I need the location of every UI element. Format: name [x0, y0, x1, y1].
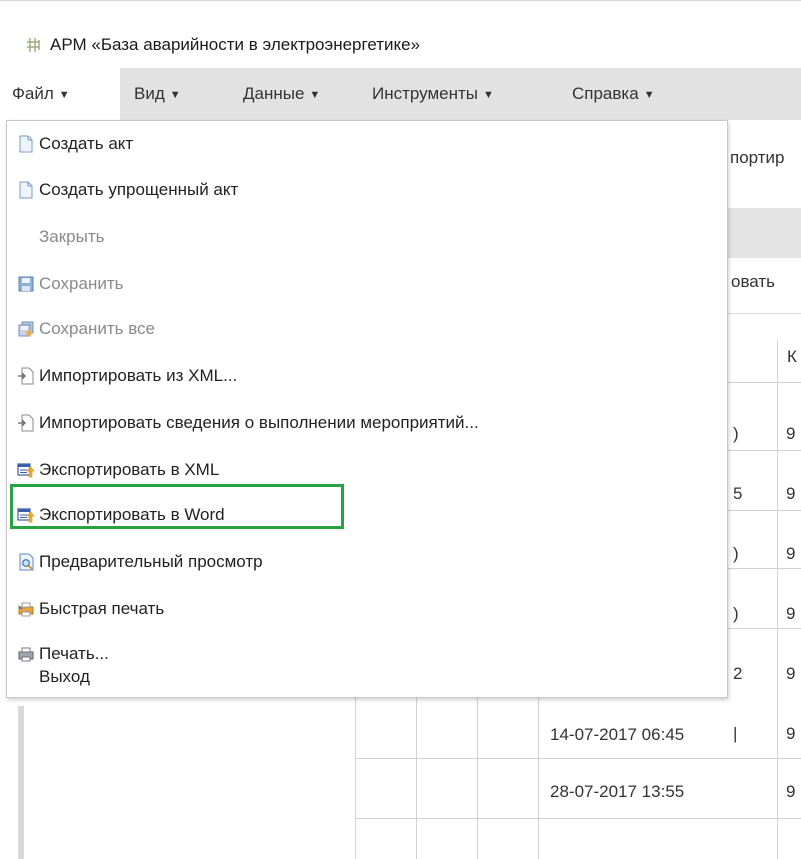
menu-item-print-preview[interactable]: Предварительный просмотр — [7, 539, 727, 585]
menu-item-label: Сохранить — [39, 274, 124, 293]
table-cell-value: 9 — [786, 724, 796, 743]
menu-tools-label: Инструменты — [372, 84, 479, 103]
caret-down-icon: ▼ — [58, 89, 70, 101]
panel-header-band — [728, 208, 801, 258]
caret-down-icon: ▼ — [169, 89, 181, 101]
table-cell-partial: 2 — [733, 664, 743, 683]
table-cell-partial: ) — [733, 604, 739, 623]
menu-item-label: Экспортировать в Word — [39, 505, 225, 524]
export-icon — [17, 508, 35, 523]
menu-item-label: Создать акт — [39, 134, 134, 153]
menu-data[interactable]: Данные ▼ — [231, 68, 332, 120]
row-datetime: 14-07-2017 06:45 — [550, 725, 685, 744]
export-icon — [17, 463, 35, 478]
table-cell-value: 9 — [786, 424, 796, 443]
table-cell-partial: | — [733, 724, 738, 743]
table-cell-partial: ) — [733, 544, 739, 563]
caret-down-icon: ▼ — [483, 89, 494, 101]
menu-view-label: Вид — [134, 84, 165, 103]
menu-view[interactable]: Вид ▼ — [122, 68, 193, 120]
menu-item-label: Выход — [39, 667, 90, 686]
menu-item-label: Создать упрощенный акт — [39, 180, 239, 199]
menu-item-exit[interactable]: Выход — [7, 654, 727, 700]
menu-item-save[interactable]: Сохранить — [7, 261, 727, 307]
menu-item-create-simplified-act[interactable]: Создать упрощенный акт — [7, 167, 727, 213]
menu-item-label: Закрыть — [39, 227, 105, 246]
menu-item-label: Импортировать из XML... — [39, 366, 238, 385]
table-cell-value: 9 — [786, 544, 796, 563]
table-cell-value: 9 — [786, 484, 796, 503]
menu-tools[interactable]: Инструменты ▼ — [360, 68, 506, 120]
caret-down-icon: ▼ — [309, 89, 321, 101]
menu-item-create-act[interactable]: Создать акт — [7, 121, 727, 167]
window-title: АРМ «База аварийности в электроэнергетик… — [50, 35, 421, 54]
menu-item-label: Предварительный просмотр — [39, 552, 263, 571]
table-cell-partial: 5 — [733, 484, 743, 503]
menu-item-quick-print[interactable]: Быстрая печать — [7, 586, 727, 632]
toolbar-button-partial-2[interactable]: овать — [731, 272, 775, 292]
table-cell-value: 9 — [786, 604, 796, 623]
import-icon — [18, 367, 34, 385]
menu-item-label: Быстрая печать — [39, 599, 165, 618]
document-icon — [19, 181, 33, 199]
save-all-icon — [18, 321, 34, 337]
row-value: 9 — [786, 782, 796, 801]
menu-data-label: Данные — [243, 84, 305, 103]
document-icon — [19, 135, 33, 153]
menu-item-export-xml[interactable]: Экспортировать в XML — [7, 447, 727, 493]
toolbar-button-partial[interactable]: портир — [730, 148, 784, 168]
menu-file[interactable]: Файл ▼ — [0, 68, 120, 120]
table-cell-partial: ) — [733, 424, 739, 443]
menu-item-label: Сохранить все — [39, 319, 155, 338]
row-datetime: 28-07-2017 13:55 — [550, 782, 685, 801]
title-bar: АРМ «База аварийности в электроэнергетик… — [0, 0, 801, 68]
caret-down-icon: ▼ — [643, 89, 655, 101]
menu-file-label: Файл — [12, 84, 54, 103]
divider — [728, 313, 801, 314]
print-preview-icon — [19, 553, 34, 571]
menu-item-close[interactable]: Закрыть — [7, 214, 727, 260]
menu-item-label: Экспортировать в XML — [39, 460, 220, 479]
table-cell-value: 9 — [786, 664, 796, 683]
import-icon — [18, 414, 34, 432]
menu-help[interactable]: Справка ▼ — [560, 68, 667, 120]
menu-item-label: Импортировать сведения о выполнении меро… — [39, 413, 479, 432]
menu-bar: Файл ▼ Вид ▼ Данные ▼ Инструменты ▼ Справка ▼ — [0, 68, 801, 120]
file-menu-dropdown: Создать акт Создать упрощенный акт Закры… — [6, 120, 728, 698]
app-icon — [27, 38, 40, 52]
menu-item-export-word[interactable]: Экспортировать в Word — [7, 492, 727, 538]
menu-item-import-xml[interactable]: Импортировать из XML... — [7, 353, 727, 399]
menu-item-save-all[interactable]: Сохранить все — [7, 306, 727, 352]
menu-help-label: Справка — [572, 84, 639, 103]
column-header-partial[interactable]: К — [787, 347, 797, 367]
quick-print-icon — [18, 602, 34, 617]
floppy-disk-icon — [18, 276, 34, 292]
menu-item-import-measures[interactable]: Импортировать сведения о выполнении меро… — [7, 400, 727, 446]
scroll-strip — [18, 706, 24, 859]
